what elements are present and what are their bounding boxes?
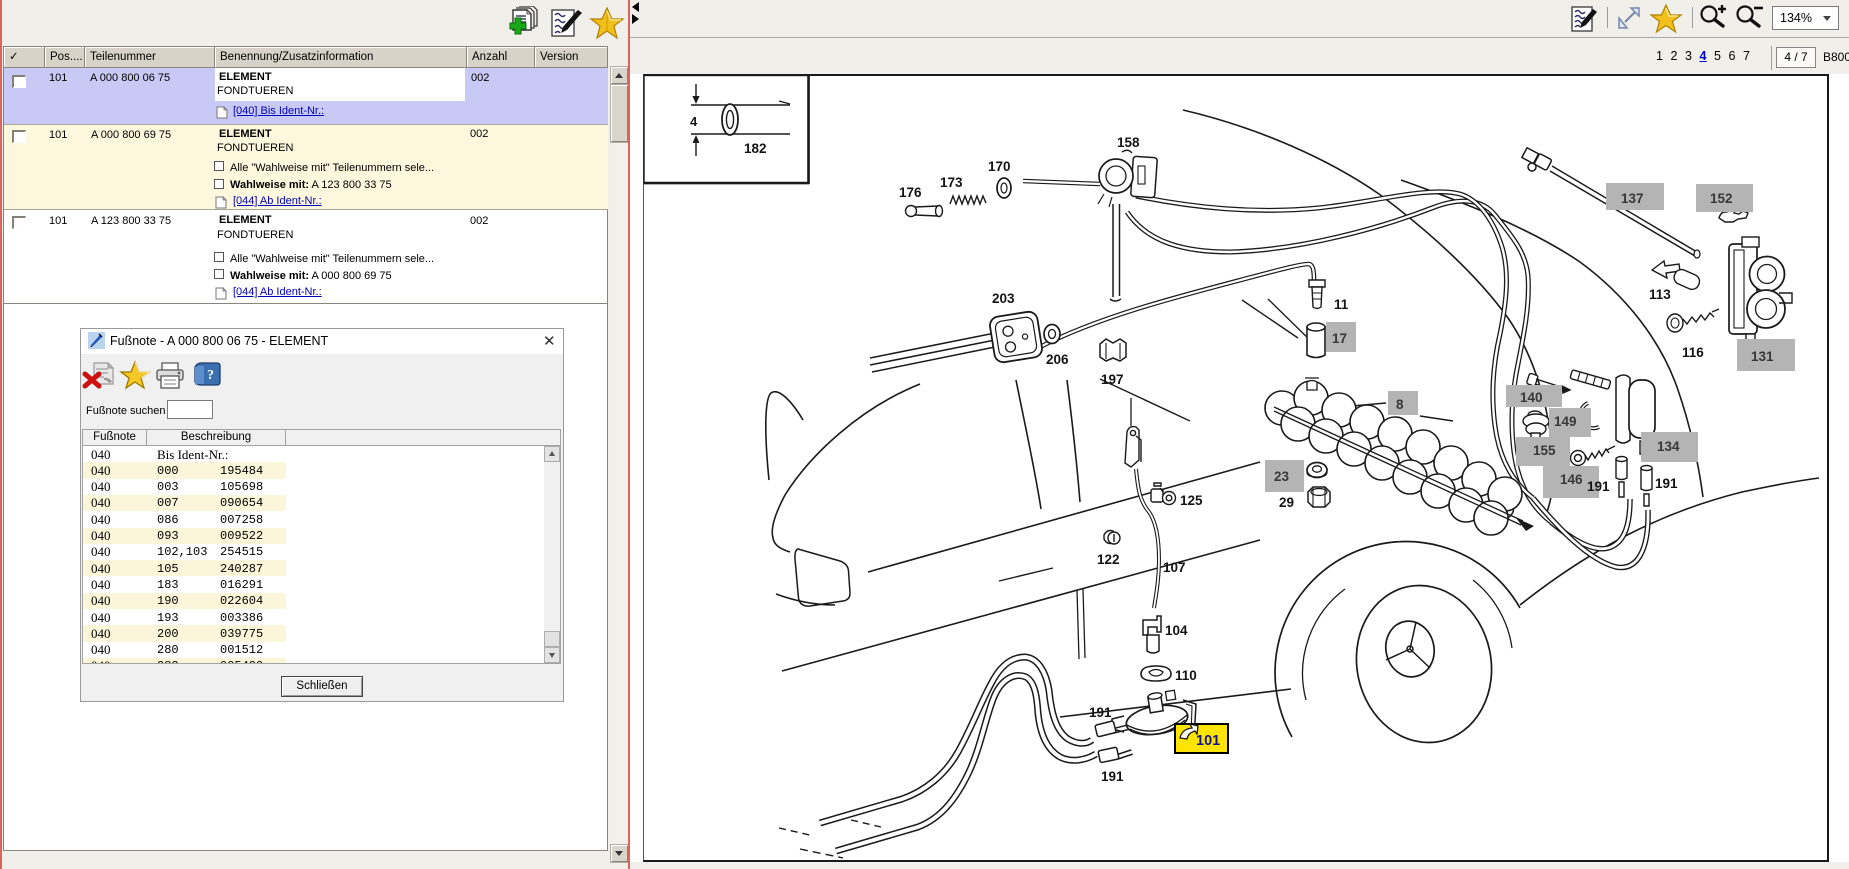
svg-text:170: 170 bbox=[988, 159, 1011, 174]
svg-text:182: 182 bbox=[744, 141, 767, 156]
svg-text:104: 104 bbox=[1165, 623, 1188, 638]
svg-text:146: 146 bbox=[1560, 472, 1583, 487]
svg-text:?: ? bbox=[207, 368, 214, 383]
svg-text:107: 107 bbox=[1163, 560, 1186, 575]
svg-text:155: 155 bbox=[1533, 443, 1556, 458]
svg-text:113: 113 bbox=[1649, 287, 1671, 302]
svg-text:23: 23 bbox=[1274, 469, 1290, 484]
svg-text:29: 29 bbox=[1279, 495, 1294, 510]
svg-text:206: 206 bbox=[1046, 352, 1069, 367]
svg-text:191: 191 bbox=[1101, 769, 1124, 784]
svg-text:191: 191 bbox=[1089, 705, 1112, 720]
svg-text:191: 191 bbox=[1587, 479, 1610, 494]
svg-text:122: 122 bbox=[1097, 552, 1120, 567]
svg-text:197: 197 bbox=[1101, 372, 1124, 387]
svg-text:176: 176 bbox=[899, 185, 922, 200]
svg-text:131: 131 bbox=[1751, 349, 1774, 364]
svg-text:137: 137 bbox=[1621, 191, 1644, 206]
svg-text:191: 191 bbox=[1655, 476, 1678, 491]
svg-text:8: 8 bbox=[1396, 397, 1404, 412]
svg-text:152: 152 bbox=[1710, 191, 1733, 206]
svg-text:17: 17 bbox=[1332, 331, 1347, 346]
svg-text:134: 134 bbox=[1657, 439, 1680, 454]
svg-text:116: 116 bbox=[1682, 345, 1704, 360]
svg-text:140: 140 bbox=[1520, 390, 1543, 405]
svg-text:125: 125 bbox=[1180, 493, 1203, 508]
svg-text:149: 149 bbox=[1554, 414, 1577, 429]
svg-text:158: 158 bbox=[1117, 135, 1140, 150]
svg-text:203: 203 bbox=[992, 291, 1015, 306]
svg-text:4: 4 bbox=[690, 114, 698, 129]
svg-text:110: 110 bbox=[1175, 668, 1197, 683]
svg-text:11: 11 bbox=[1334, 297, 1349, 312]
svg-text:173: 173 bbox=[940, 175, 963, 190]
svg-text:101: 101 bbox=[1196, 733, 1220, 749]
